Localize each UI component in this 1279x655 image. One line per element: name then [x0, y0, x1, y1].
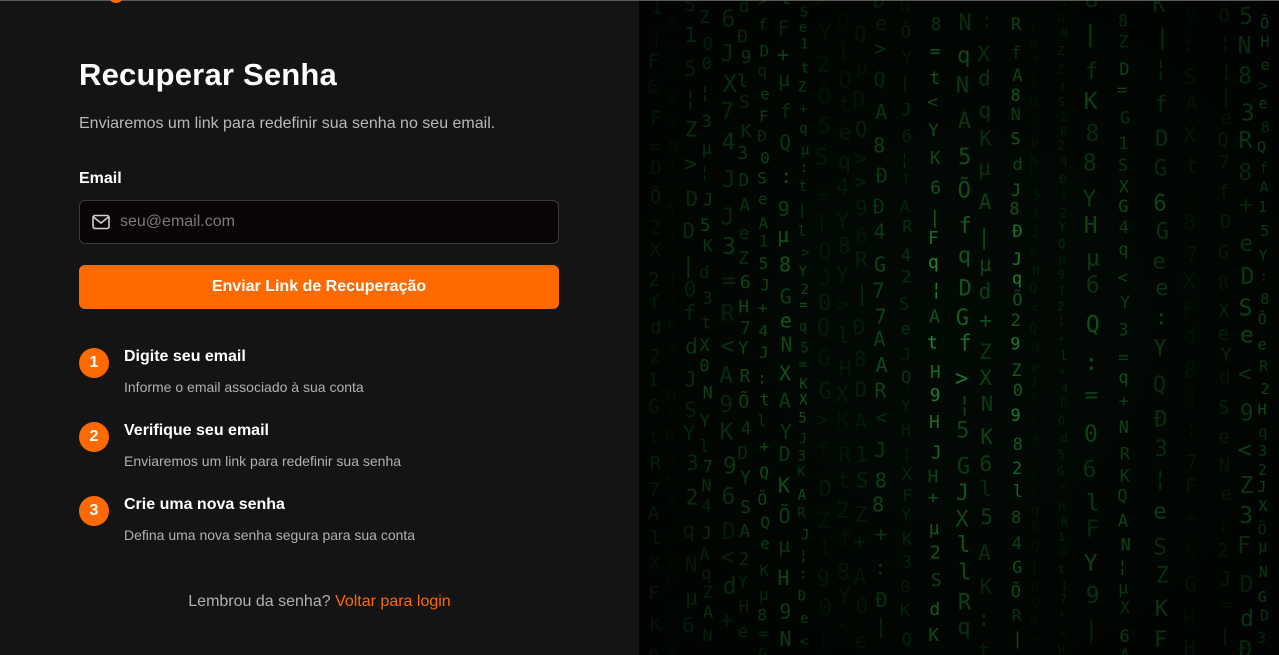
- send-recovery-link-button[interactable]: Enviar Link de Recuperação: [79, 265, 559, 309]
- back-to-login-row: Lembrou da senha? Voltar para login: [0, 593, 639, 611]
- logo-mark: [110, 0, 122, 3]
- email-input[interactable]: [120, 201, 550, 243]
- mail-icon: [92, 214, 110, 230]
- page-title: Recuperar Senha: [79, 57, 337, 92]
- page-subtitle: Enviaremos um link para redefinir sua se…: [79, 115, 496, 132]
- recovery-panel: Recuperar Senha Enviaremos um link para …: [0, 0, 639, 655]
- step-title: Verifique seu email: [124, 422, 269, 439]
- step-3: 3 Crie uma nova senha Defina uma nova se…: [79, 496, 599, 556]
- email-label: Email: [79, 170, 122, 187]
- step-title: Digite seu email: [124, 348, 246, 365]
- step-number-badge: 2: [79, 422, 109, 452]
- step-description: Enviaremos um link para redefinir sua se…: [124, 453, 402, 469]
- step-description: Defina uma nova senha segura para sua co…: [124, 527, 416, 543]
- step-1: 1 Digite seu email Informe o email assoc…: [79, 348, 599, 408]
- step-description: Informe o email associado à sua conta: [124, 379, 364, 395]
- step-title: Crie uma nova senha: [124, 496, 285, 513]
- email-field[interactable]: [79, 200, 559, 244]
- back-to-login-link[interactable]: Voltar para login: [335, 593, 451, 610]
- footer-prompt: Lembrou da senha?: [188, 593, 331, 610]
- step-2: 2 Verifique seu email Enviaremos um link…: [79, 422, 599, 482]
- matrix-background-image: 1¦F6F=DÕZX2fd21G:R7AlXFKqX8t<eZNJ257Yd2F…: [639, 1, 1279, 655]
- step-number-badge: 1: [79, 348, 109, 378]
- matrix-code-rain-image: 1¦F6F=DÕZX2fd21G:R7AlXFKqX8t<eZNJ257Yd2F…: [639, 1, 1279, 655]
- step-number-badge: 3: [79, 496, 109, 526]
